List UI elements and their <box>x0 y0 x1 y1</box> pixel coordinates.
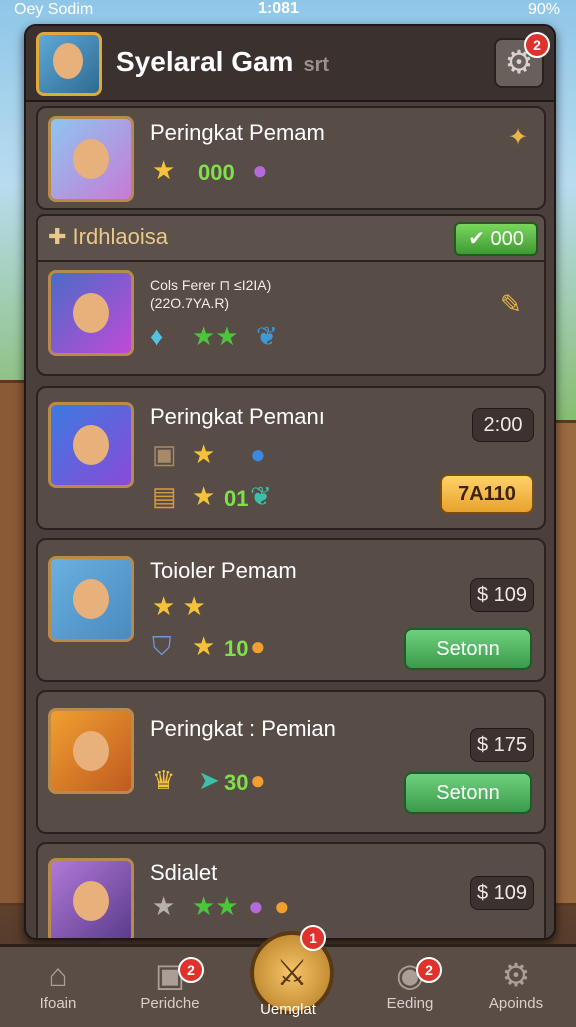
chest-icon: ▣ <box>154 957 186 993</box>
star-icon: ★ <box>152 891 176 921</box>
portrait-face <box>73 139 109 179</box>
portrait-1 <box>48 116 134 202</box>
sparkle-icon[interactable]: ✦ <box>508 124 528 152</box>
card-score: 000 <box>198 160 235 185</box>
portrait-face <box>73 579 109 619</box>
nav-label: Apoinds <box>488 995 544 1012</box>
card-info-line-1: Cols Ferer ⊓ ≤I2IA) <box>150 277 272 293</box>
avatar-face <box>53 43 83 79</box>
gem-icon: ● <box>252 155 268 185</box>
nav-chest[interactable]: ▣ 2 Peridche <box>120 955 220 1025</box>
portrait-3 <box>48 402 134 488</box>
timer-pill: 2:00 <box>472 408 534 442</box>
drop-icon: ● <box>250 439 266 469</box>
main-panel: Syelaral Gam srt ⚙ 2 Peringkat Pemam ★ 00… <box>24 24 556 940</box>
coin-icon: ● <box>250 765 266 795</box>
shield-icon: ◉ <box>396 957 424 993</box>
price-pill: $ 109 <box>470 876 534 910</box>
card-stat: 30 <box>224 770 249 795</box>
card-name: Peringkat : Pemian <box>150 716 336 741</box>
gear-icon: ⚙ <box>501 957 531 993</box>
header: Syelaral Gam srt ⚙ 2 <box>26 26 554 102</box>
star-icon: ★★ <box>192 321 239 351</box>
shield-icon: ⛉ <box>152 631 172 661</box>
star-icon: ★★ <box>192 891 239 921</box>
nav-label: Peridche <box>140 995 200 1012</box>
card-name: Peringkat Pemanı <box>150 404 325 429</box>
portrait-6 <box>48 858 134 938</box>
price-pill: $ 109 <box>470 578 534 612</box>
portrait-face <box>73 731 109 771</box>
nav-battle[interactable]: ⚔ 1 Uemglat <box>238 925 338 1025</box>
wing-icon: ❦ <box>250 481 272 511</box>
portrait-5 <box>48 708 134 794</box>
nav-home[interactable]: ⌂ Ifoain <box>8 955 108 1025</box>
star-icon: ★ <box>152 155 176 185</box>
nav-settings[interactable]: ⚙ Apoinds <box>466 955 566 1025</box>
status-bar: Oey Sodim 1:081 90% <box>0 0 576 22</box>
star-icon: ★ <box>192 631 216 661</box>
player-card-3[interactable]: Peringkat Pemanı ▣ ★ ● ▤ ★ 01 ❦ 2:00 7A1… <box>36 386 546 530</box>
portrait-face <box>73 425 109 465</box>
player-card-2[interactable]: Cols Ferer ⊓ ≤I2IA) (22O.7YA.R) ♦ ★★ ❦ ✎ <box>36 260 546 376</box>
nav-badge: 2 <box>178 957 204 983</box>
crystal-icon: ♦ <box>150 321 164 351</box>
star-icon: ★ ★ <box>152 591 206 621</box>
action-button[interactable]: Setonn <box>404 628 532 670</box>
card-name: Peringkat Pemam <box>150 120 325 145</box>
player-card-5[interactable]: Peringkat : Pemian ♛ ➤ 30 ● $ 175 Setonn <box>36 690 546 834</box>
title-suffix: srt <box>303 54 330 76</box>
arrow-icon: ➤ <box>198 765 220 795</box>
gold-action-button[interactable]: 7A110 <box>440 474 534 514</box>
portrait-4 <box>48 556 134 642</box>
nav-rank[interactable]: ◉ 2 Eeding <box>360 955 460 1025</box>
settings-button[interactable]: ⚙ 2 <box>494 32 550 88</box>
carrier-label: Oey Sodim <box>14 1 94 18</box>
leaf-icon: ❦ <box>256 321 278 351</box>
action-button[interactable]: Setonn <box>404 772 532 814</box>
settings-badge: 2 <box>524 32 550 58</box>
section-label-text: Irdhlaoisa <box>72 224 168 249</box>
section-value: 000 <box>490 228 524 250</box>
player-card-6[interactable]: Sdialet ★ ★★ ● ● $ 109 <box>36 842 546 938</box>
page-title: Syelaral Gam srt <box>116 46 329 78</box>
player-card-1[interactable]: Peringkat Pemam ★ 000 ● ✦ <box>36 106 546 210</box>
edit-icon[interactable]: ✎ <box>500 290 522 318</box>
card-stat: 10 <box>224 636 249 661</box>
player-avatar[interactable] <box>36 32 102 96</box>
star-icon: ★ <box>192 481 216 511</box>
section-label: ✚ Irdhlaoisa <box>48 224 168 249</box>
title-text: Syelaral Gam <box>116 46 294 77</box>
battery-label: 90% <box>527 1 560 18</box>
price-pill: $ 175 <box>470 728 534 762</box>
card-name: Toioler Pemam <box>150 558 297 583</box>
clock: 1:081 <box>258 0 299 17</box>
card-name: Sdialet <box>150 860 218 885</box>
portrait-2 <box>48 270 134 356</box>
coin-icon: ● <box>274 891 290 921</box>
nav-label: Eeding <box>386 995 434 1012</box>
nav-badge: 1 <box>300 925 326 951</box>
gem-icon: ● <box>248 891 264 921</box>
portrait-face <box>73 881 109 921</box>
card-info-line-2: (22O.7YA.R) <box>150 295 230 311</box>
coin-icon: ● <box>250 631 266 661</box>
player-card-4[interactable]: Toioler Pemam ★ ★ ⛉ ★ 10 ● $ 109 Setonn <box>36 538 546 682</box>
portrait-face <box>73 293 109 333</box>
card-stat: 01 <box>224 486 249 511</box>
chest-icon: ▣ <box>152 439 177 469</box>
nav-badge: 2 <box>416 957 442 983</box>
nav-label: Uemglat <box>260 1001 316 1018</box>
section-header: ✚ Irdhlaoisa ✔ 000 <box>36 214 546 262</box>
nav-label: Ifoain <box>39 995 77 1012</box>
star-icon: ★ <box>192 439 216 469</box>
home-icon: ⌂ <box>48 957 68 993</box>
trophy-icon: ♛ <box>152 765 176 795</box>
rank-icon: ▤ <box>152 481 177 511</box>
section-value-pill[interactable]: ✔ 000 <box>454 222 538 256</box>
bottom-nav: ⌂ Ifoain ▣ 2 Peridche ⚔ 1 Uemglat ◉ 2 Ee… <box>0 925 576 1027</box>
